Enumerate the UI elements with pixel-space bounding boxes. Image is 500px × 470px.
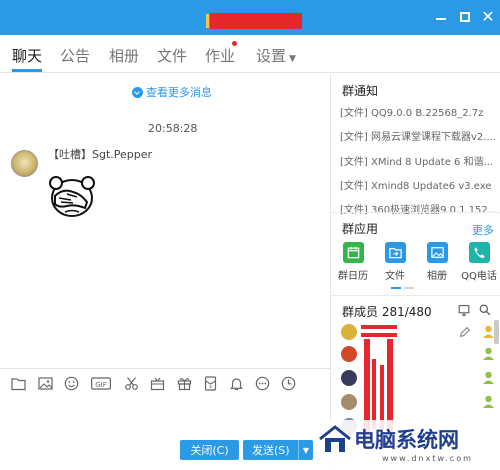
photo-icon: [426, 242, 448, 263]
app-photos[interactable]: 相册: [417, 242, 457, 282]
divider: [331, 295, 500, 296]
view-more-messages-link[interactable]: 查看更多消息: [132, 84, 212, 100]
svg-text:GIF: GIF: [95, 381, 107, 389]
tab-homework[interactable]: 作业: [205, 45, 235, 66]
title-marker: [206, 14, 209, 28]
active-tab-indicator: [12, 69, 42, 72]
search-icon[interactable]: [479, 304, 491, 316]
tab-album[interactable]: 相册: [109, 45, 139, 66]
app-label: 群日历: [338, 271, 368, 282]
tab-chat[interactable]: 聊天: [12, 45, 42, 66]
invite-icon[interactable]: [458, 304, 470, 316]
group-sidebar: 群通知 [文件] QQ9.0.0 B.22568_2.7z [文件] 网易云课堂…: [330, 74, 500, 470]
app-calendar[interactable]: 群日历: [333, 242, 373, 282]
notice-item[interactable]: [文件] 网易云课堂课程下载器v2....: [340, 128, 498, 143]
member-badge-icon: [483, 371, 494, 384]
tab-settings[interactable]: 设置 ▼: [256, 45, 296, 66]
phone-icon: [468, 242, 490, 263]
maximize-icon[interactable]: [454, 6, 476, 28]
notice-item[interactable]: [文件] 360极速浏览器9.0.1.152...: [340, 201, 498, 216]
sender-name[interactable]: 【吐槽】Sgt.Pepper: [48, 146, 152, 162]
apps-more-link[interactable]: 更多: [472, 222, 494, 238]
facepalm-sticker[interactable]: [47, 174, 97, 219]
group-apps-title: 群应用: [342, 222, 379, 236]
watermark-url: www.dnxtw.com: [382, 454, 473, 463]
emoji-icon[interactable]: [64, 376, 79, 391]
chevron-down-icon: ▼: [289, 54, 296, 64]
image-icon[interactable]: [38, 376, 53, 391]
house-logo-icon: [319, 425, 351, 452]
sender-avatar[interactable]: [11, 150, 38, 177]
gif-icon[interactable]: GIF: [91, 376, 111, 391]
app-label: 相册: [427, 271, 447, 282]
app-files[interactable]: 文件: [375, 242, 415, 282]
app-label: QQ电话: [461, 271, 497, 282]
message-timestamp: 20:58:28: [148, 122, 198, 135]
chevron-circle-down-icon: [132, 86, 143, 98]
members-scrollbar[interactable]: [494, 320, 499, 344]
tab-files[interactable]: 文件: [157, 45, 187, 66]
folder-icon[interactable]: [11, 376, 26, 391]
member-avatar: [341, 394, 357, 410]
window-title-redacted: [210, 13, 302, 29]
send-options-dropdown[interactable]: ▼: [298, 440, 313, 460]
close-icon[interactable]: ✕: [477, 6, 499, 28]
member-badge-icon: [483, 395, 494, 408]
notice-item[interactable]: [文件] XMind 8 Update 6 和谐...: [340, 153, 498, 168]
scissors-icon[interactable]: [124, 376, 139, 391]
app-label: 文件: [385, 271, 405, 282]
calendar-icon: [342, 242, 364, 263]
tab-notice[interactable]: 公告: [60, 45, 90, 66]
input-toolbar: GIF ¥: [0, 368, 330, 398]
file-share-icon: [384, 242, 406, 263]
watermark-text: 电脑系统网: [354, 427, 459, 452]
close-chat-button[interactable]: 关闭(C): [180, 440, 239, 460]
notification-dot: [232, 41, 237, 46]
tab-bar: 聊天 公告 相册 文件 作业 设置 ▼: [0, 35, 500, 73]
bell-icon[interactable]: [229, 376, 244, 391]
chat-message-area[interactable]: 查看更多消息 20:58:28 【吐槽】Sgt.Pepper: [0, 74, 330, 368]
notice-item[interactable]: [文件] QQ9.0.0 B.22568_2.7z: [340, 104, 498, 119]
edit-icon[interactable]: [459, 326, 471, 338]
notice-item[interactable]: [文件] Xmind8 Update6 v3.exe: [340, 177, 498, 192]
group-notice-title: 群通知: [342, 84, 379, 98]
minimize-icon[interactable]: [430, 6, 452, 28]
gift-box-icon[interactable]: [150, 376, 165, 391]
member-avatar: [341, 370, 357, 386]
page-indicator-active[interactable]: [391, 287, 401, 289]
member-avatar: [341, 346, 357, 362]
clock-icon[interactable]: [281, 376, 296, 391]
members-actions: [458, 304, 491, 316]
gift-icon[interactable]: [177, 376, 192, 391]
divider: [331, 212, 500, 213]
redpacket-icon[interactable]: ¥: [203, 376, 218, 391]
member-badge-icon: [483, 347, 494, 360]
svg-text:¥: ¥: [209, 385, 212, 391]
watermark: 电脑系统网 www.dnxtw.com: [318, 420, 500, 470]
member-avatar: [341, 324, 357, 340]
message-input[interactable]: [0, 398, 330, 438]
title-bar: ✕: [0, 0, 500, 35]
more-icon[interactable]: [255, 376, 270, 391]
app-qq-call[interactable]: QQ电话: [459, 242, 499, 282]
page-indicator[interactable]: [404, 287, 414, 289]
group-members-title: 群成员 281/480: [342, 305, 432, 319]
